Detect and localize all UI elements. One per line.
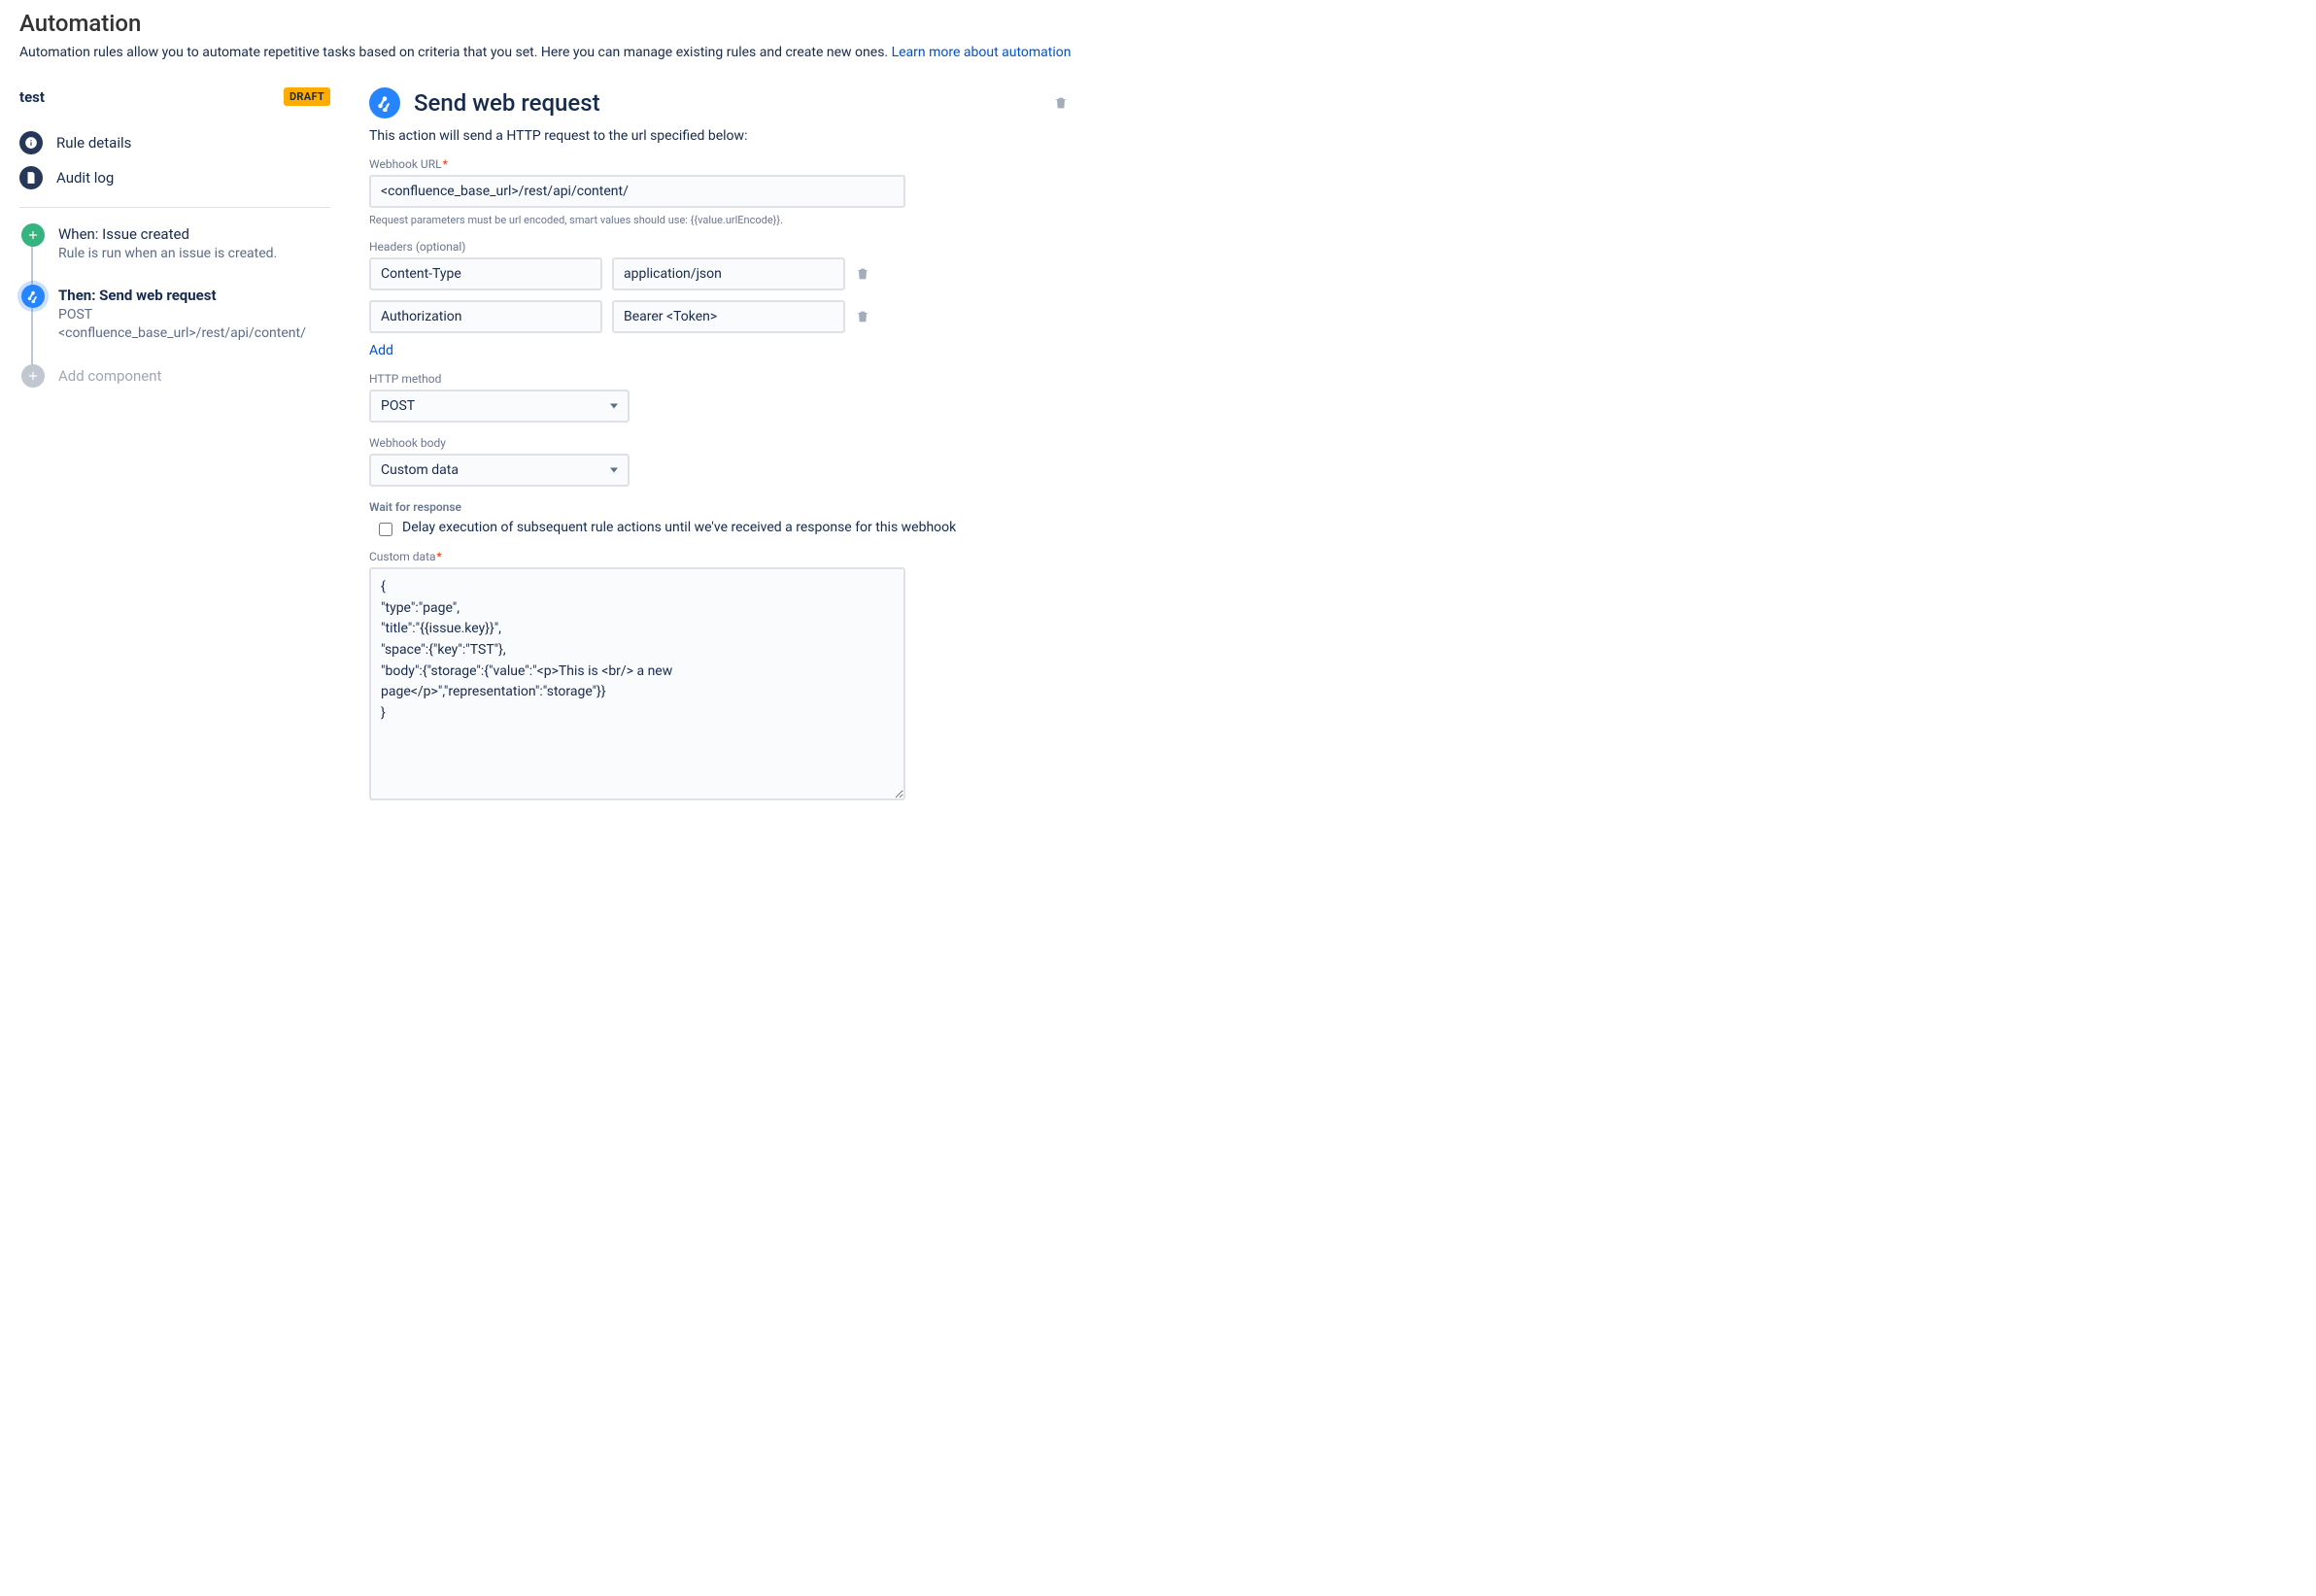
webhook-url-label: Webhook URL* [369, 157, 1069, 171]
headers-label: Headers (optional) [369, 240, 1069, 254]
trigger-item[interactable]: When: Issue created Rule is run when an … [21, 223, 330, 263]
trigger-subtitle: Rule is run when an issue is created. [58, 245, 277, 263]
plus-icon [21, 223, 45, 247]
divider [19, 207, 330, 208]
webhook-icon [21, 285, 45, 308]
webhook-body-select[interactable]: Custom data [369, 454, 630, 487]
page-description-text: Automation rules allow you to automate r… [19, 45, 888, 60]
add-component-button[interactable]: Add component [21, 364, 330, 388]
header-value-input[interactable] [612, 300, 845, 333]
http-method-select[interactable]: POST [369, 390, 630, 423]
wait-for-response-checkbox[interactable] [379, 523, 392, 536]
delete-header-button[interactable] [855, 266, 870, 282]
action-title: Then: Send web request [58, 287, 330, 304]
page-description: Automation rules allow you to automate r… [19, 45, 2297, 60]
add-header-link[interactable]: Add [369, 343, 393, 358]
learn-more-link[interactable]: Learn more about automation [892, 45, 1072, 60]
trigger-title: When: Issue created [58, 225, 277, 243]
action-item[interactable]: Then: Send web request POST <confluence_… [21, 285, 330, 343]
info-icon [19, 131, 43, 154]
panel-description: This action will send a HTTP request to … [369, 128, 1069, 144]
custom-data-label: Custom data* [369, 550, 1069, 563]
plus-icon [21, 364, 45, 388]
header-row [369, 257, 1069, 290]
panel-title: Send web request [414, 89, 1039, 117]
webhook-body-label: Webhook body [369, 436, 1069, 450]
document-icon [19, 166, 43, 189]
custom-data-textarea[interactable] [369, 567, 905, 800]
wait-for-response-checkbox-label[interactable]: Delay execution of subsequent rule actio… [402, 520, 956, 535]
header-key-input[interactable] [369, 300, 602, 333]
webhook-icon [369, 87, 400, 119]
action-subtitle: POST <confluence_base_url>/rest/api/cont… [58, 306, 330, 343]
delete-header-button[interactable] [855, 309, 870, 324]
header-value-input[interactable] [612, 257, 845, 290]
webhook-url-input[interactable] [369, 175, 905, 208]
nav-audit-log-label: Audit log [56, 169, 114, 187]
header-row [369, 300, 1069, 333]
webhook-url-help: Request parameters must be url encoded, … [369, 214, 1069, 226]
delete-action-button[interactable] [1053, 95, 1069, 111]
draft-badge: DRAFT [284, 87, 330, 106]
wait-for-response-label: Wait for response [369, 500, 1069, 514]
header-key-input[interactable] [369, 257, 602, 290]
rule-name: test [19, 88, 45, 106]
http-method-label: HTTP method [369, 372, 1069, 386]
add-component-label: Add component [58, 367, 161, 385]
nav-rule-details-label: Rule details [56, 134, 131, 152]
nav-rule-details[interactable]: Rule details [19, 125, 330, 160]
page-title: Automation [19, 10, 2297, 37]
nav-audit-log[interactable]: Audit log [19, 160, 330, 195]
